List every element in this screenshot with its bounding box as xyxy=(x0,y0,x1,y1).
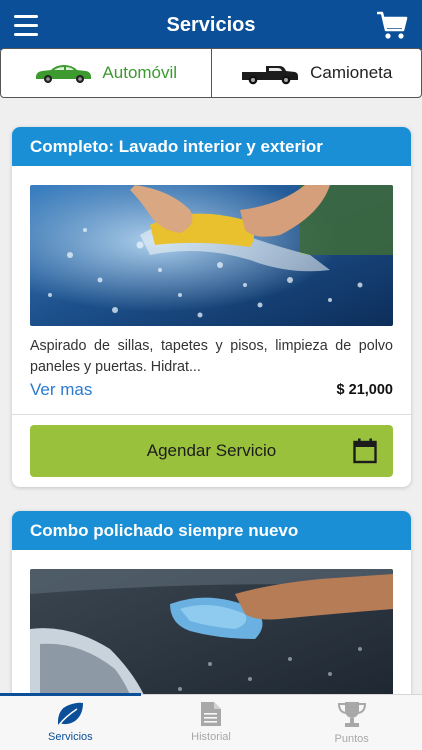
tab-servicios-label: Servicios xyxy=(48,731,93,743)
service-meta-row: Ver mas $ 21,000 xyxy=(30,380,393,400)
menu-button[interactable] xyxy=(14,13,44,37)
tab-historial-label: Historial xyxy=(191,731,231,743)
tab-puntos[interactable]: Puntos xyxy=(281,695,422,750)
schedule-service-button[interactable]: Agendar Servicio xyxy=(30,425,393,477)
tab-automovil[interactable]: Automóvil xyxy=(1,49,211,97)
service-card-title: Completo: Lavado interior y exterior xyxy=(12,127,411,166)
service-image xyxy=(30,185,393,326)
service-price: $ 21,000 xyxy=(336,382,393,398)
page-title: Servicios xyxy=(166,13,256,36)
vehicle-type-selector: Automóvil Camioneta xyxy=(0,48,422,98)
tab-puntos-label: Puntos xyxy=(334,733,369,745)
divider xyxy=(12,414,411,415)
tab-servicios[interactable]: Servicios xyxy=(0,693,141,750)
leaf-icon xyxy=(58,702,84,726)
pickup-truck-icon xyxy=(242,66,299,85)
tab-camioneta[interactable]: Camioneta xyxy=(210,49,422,97)
trophy-icon xyxy=(337,702,366,727)
calendar-icon xyxy=(353,438,377,464)
tab-automovil-label: Automóvil xyxy=(102,63,178,82)
car-icon xyxy=(36,65,92,83)
cart-icon xyxy=(377,11,408,39)
service-image xyxy=(30,569,393,710)
bottom-tab-bar: Servicios Historial Puntos xyxy=(0,693,422,750)
service-description: Aspirado de sillas, tapetes y pisos, lim… xyxy=(30,338,393,375)
see-more-link[interactable]: Ver mas xyxy=(30,380,92,400)
service-card: Combo polichado siempre nuevo xyxy=(12,511,411,710)
service-list: Completo: Lavado interior y exterior Asp… xyxy=(12,127,411,734)
cart-button[interactable] xyxy=(376,10,408,40)
tab-historial[interactable]: Historial xyxy=(141,695,282,750)
top-app-bar: Servicios xyxy=(0,0,422,50)
schedule-service-label: Agendar Servicio xyxy=(146,441,277,460)
service-card: Completo: Lavado interior y exterior Asp… xyxy=(12,127,411,487)
tab-camioneta-label: Camioneta xyxy=(310,63,393,82)
service-card-title: Combo polichado siempre nuevo xyxy=(12,511,411,550)
document-icon xyxy=(201,702,221,726)
hamburger-icon xyxy=(14,13,44,36)
